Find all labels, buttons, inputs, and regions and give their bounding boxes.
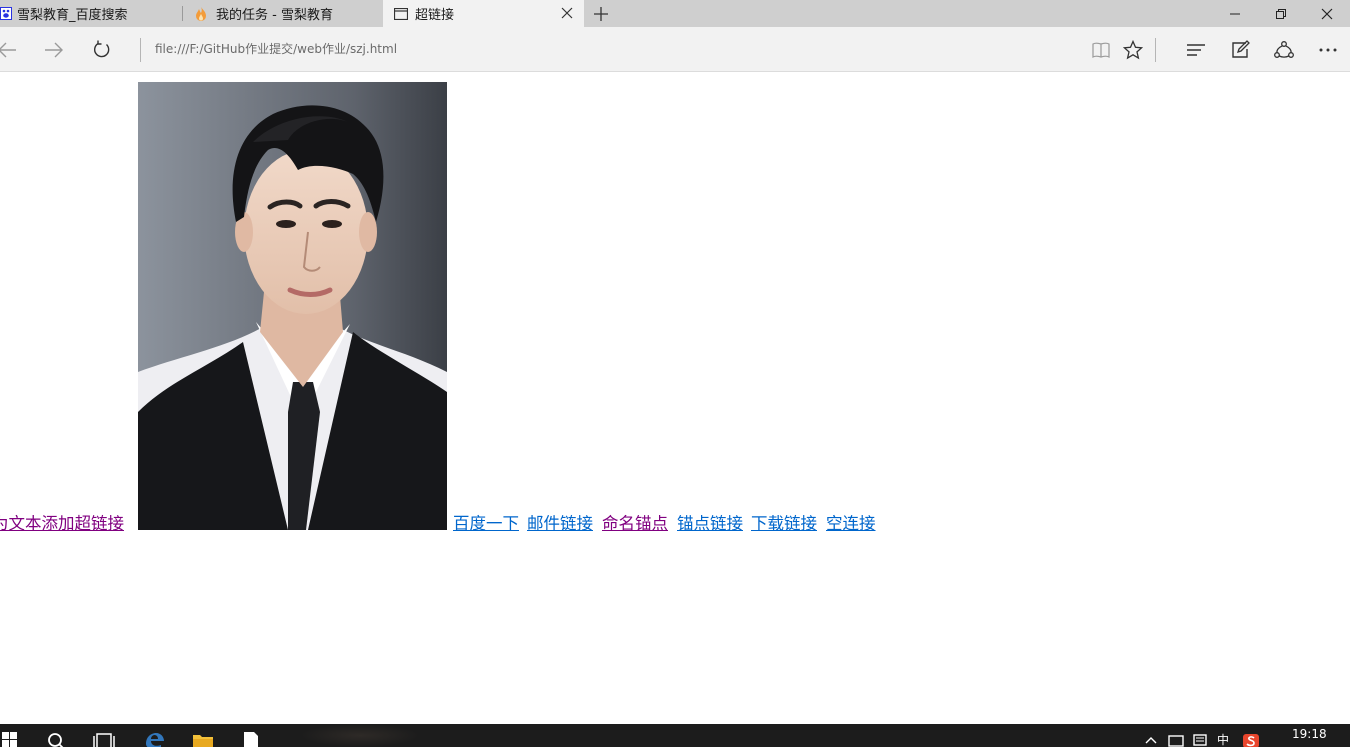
close-tab-icon[interactable]: [560, 6, 574, 20]
minimize-icon[interactable]: [1212, 0, 1258, 27]
address-input[interactable]: file:///F:/GitHub作业提交/web作业/szj.html: [155, 40, 397, 57]
favorite-star-icon[interactable]: [1120, 37, 1146, 63]
up-chevron-icon[interactable]: [1145, 734, 1157, 746]
edge-browser-icon[interactable]: [143, 732, 165, 747]
navigation-bar: file:///F:/GitHub作业提交/web作业/szj.html: [0, 27, 1350, 72]
web-note-icon[interactable]: [1227, 37, 1253, 63]
page-icon: [393, 7, 409, 20]
network-icon[interactable]: [1168, 734, 1184, 747]
share-icon[interactable]: [1271, 37, 1297, 63]
link-download[interactable]: 下载链接: [751, 513, 817, 535]
link-anchor[interactable]: 锚点链接: [677, 513, 743, 535]
sogou-icon[interactable]: [1243, 734, 1259, 747]
close-window-icon[interactable]: [1304, 0, 1350, 27]
notification-icon[interactable]: [1193, 734, 1207, 747]
link-named-anchor[interactable]: 命名锚点: [602, 513, 668, 535]
tab-my-tasks[interactable]: 我的任务 - 雪梨教育: [183, 0, 383, 27]
restore-icon[interactable]: [1258, 0, 1304, 27]
link-text-hyperlink[interactable]: 为文本添加超链接: [0, 513, 124, 535]
tab-hyperlink[interactable]: 超链接: [383, 0, 584, 27]
reading-view-icon[interactable]: [1088, 37, 1114, 63]
hub-icon[interactable]: [1183, 37, 1209, 63]
link-baidu[interactable]: 百度一下: [453, 513, 519, 535]
taskbar-clock[interactable]: 19:18: [1292, 727, 1327, 741]
baidu-paw-icon: [0, 7, 12, 20]
tab-title: 我的任务 - 雪梨教育: [216, 8, 333, 23]
forward-icon[interactable]: [41, 37, 67, 63]
more-icon[interactable]: [1315, 37, 1341, 63]
tab-title: 雪梨教育_百度搜索: [17, 8, 128, 23]
ime-indicator[interactable]: 中: [1217, 734, 1229, 746]
web-page: 为文本添加超链接 百度一下 邮件链接 命名锚点 锚点链接 下载链接 空连接: [0, 73, 1350, 724]
task-view-icon[interactable]: [93, 732, 115, 747]
tab-baidu-search[interactable]: 雪梨教育_百度搜索: [0, 0, 183, 27]
refresh-icon[interactable]: [89, 37, 115, 63]
link-empty[interactable]: 空连接: [826, 513, 876, 535]
file-explorer-icon[interactable]: [192, 732, 214, 747]
portrait-image-link[interactable]: [138, 82, 447, 530]
link-email[interactable]: 邮件链接: [527, 513, 593, 535]
search-icon[interactable]: [47, 732, 65, 747]
tab-title: 超链接: [415, 8, 455, 23]
windows-start-icon[interactable]: [2, 732, 18, 747]
taskbar: 中 19:18: [0, 724, 1350, 747]
tab-strip: 雪梨教育_百度搜索 我的任务 - 雪梨教育 超链接: [0, 0, 1350, 27]
document-icon[interactable]: [243, 732, 259, 747]
flame-icon: [194, 6, 208, 22]
back-icon[interactable]: [0, 37, 20, 63]
new-tab-icon[interactable]: [590, 3, 612, 25]
